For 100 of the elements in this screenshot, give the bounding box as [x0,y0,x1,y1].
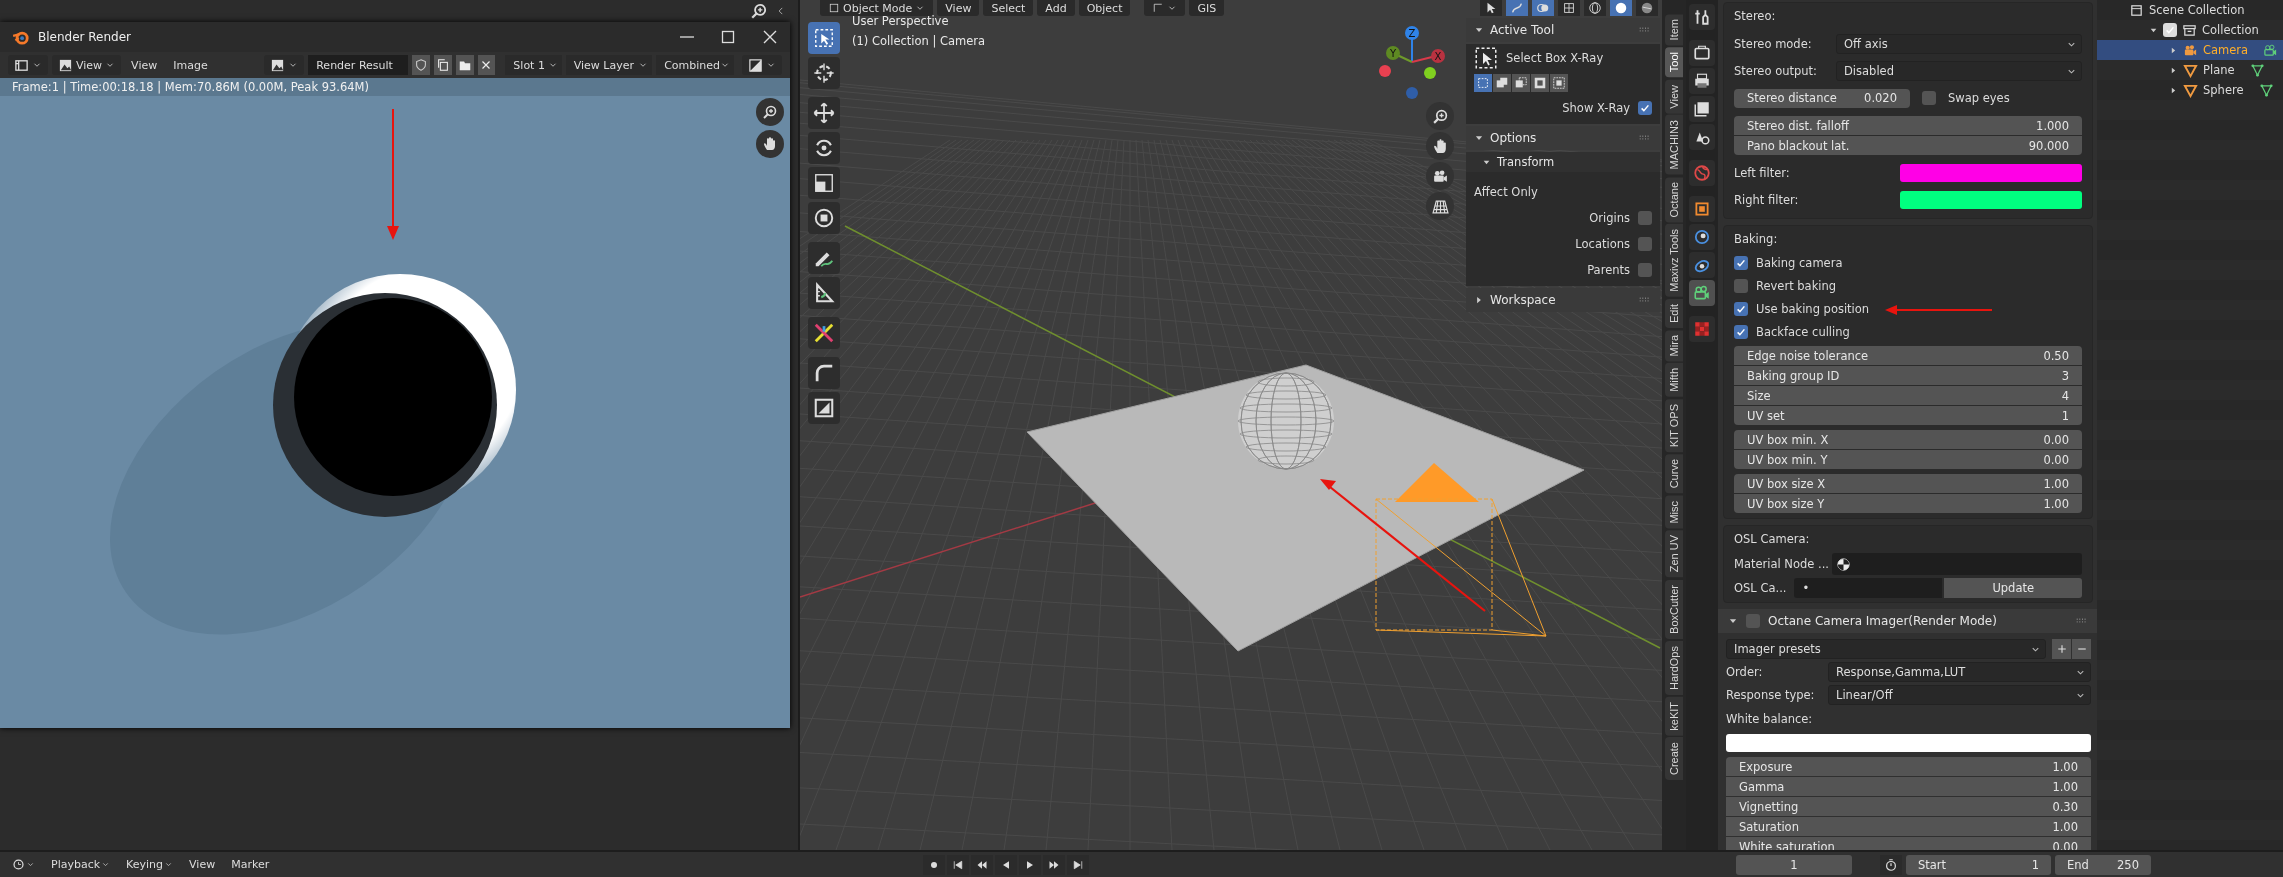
properties-tab[interactable] [1689,96,1715,122]
checkbox[interactable] [1734,325,1748,339]
menu-item[interactable]: Playback [45,858,117,871]
add-preset-button[interactable] [2052,639,2071,659]
tool-button[interactable] [808,242,840,274]
jump-end-button[interactable] [1066,854,1089,875]
selection-mode-button[interactable] [1550,74,1568,92]
number-field[interactable]: White saturation 0.00 [1726,837,2091,850]
number-field[interactable]: UV set 1 [1734,406,2082,425]
tool-button[interactable] [808,392,840,424]
display-mode-dropdown[interactable] [742,55,783,75]
selection-mode-button[interactable] [1493,74,1511,92]
outliner-row[interactable]: Plane [2097,60,2283,80]
remove-preset-button[interactable] [2072,639,2091,659]
collapsed-triangle-icon[interactable] [2169,85,2178,95]
zoom-button[interactable] [756,98,784,126]
number-field[interactable]: Saturation 1.00 [1726,817,2091,836]
number-field[interactable]: Size 4 [1734,386,2082,405]
sidebar-tab[interactable]: Create [1665,737,1683,781]
checkbox[interactable] [1638,101,1652,115]
sidebar-tab[interactable]: Edit [1665,299,1683,328]
selection-mode-button[interactable] [1512,74,1530,92]
close-button[interactable] [762,29,778,45]
selection-mode-button[interactable] [1531,74,1549,92]
tool-button[interactable] [808,167,840,199]
number-field[interactable]: Pano blackout lat. 90.000 [1734,136,2082,155]
checkbox[interactable] [1734,256,1748,270]
sidebar-tab[interactable]: Curve [1665,454,1683,494]
tool-button[interactable] [808,357,840,389]
overlay-button[interactable] [1532,0,1554,16]
subpanel-header[interactable]: Transform [1466,152,1660,172]
pan-button[interactable] [756,130,784,158]
tool-button[interactable] [808,202,840,234]
menu-item[interactable]: Image [167,58,214,72]
menu-item[interactable]: GIS [1189,0,1225,16]
collapsed-triangle-icon[interactable] [2169,45,2178,55]
sidebar-tab[interactable]: View [1665,79,1683,114]
axis-gizmo[interactable]: Z Y X [1366,20,1462,110]
panel-header[interactable]: Octane Camera Imager(Render Mode) [1718,609,2097,633]
color-swatch[interactable] [1900,191,2082,209]
selection-mode-button[interactable] [1474,74,1492,92]
menu-item[interactable]: Add [1037,0,1075,16]
properties-tab[interactable] [1689,4,1715,30]
mesh-data-icon[interactable] [2249,62,2265,78]
tool-button[interactable] [808,317,840,349]
checkbox[interactable] [1746,614,1760,628]
view-layer-dropdown[interactable]: View Layer [565,55,653,75]
folder-button[interactable] [455,55,474,75]
wire-sphere-button[interactable] [1584,0,1606,16]
sidebar-tab[interactable]: Item [1665,14,1683,46]
checkbox[interactable] [1734,302,1748,316]
menu-item[interactable]: View [125,58,164,72]
tool-button[interactable] [808,22,840,54]
start-frame-field[interactable]: Start 1 [1906,854,2051,875]
cursor-arrow-button[interactable] [1480,0,1502,16]
menu-item[interactable]: View [183,858,222,871]
dropdown[interactable]: Disabled [1836,61,2082,81]
play-reverse-button[interactable] [994,854,1017,875]
end-frame-field[interactable]: End 250 [2055,854,2151,875]
transform-orientation-dropdown[interactable] [1144,0,1186,16]
image-browse-dropdown[interactable] [264,55,305,75]
jump-start-button[interactable] [946,854,969,875]
render-pass-dropdown[interactable]: Combined [656,55,735,75]
visibility-checkbox[interactable] [2163,23,2177,37]
camera-data-icon[interactable] [2263,42,2279,58]
sidebar-tab[interactable]: Zen UV [1665,530,1683,578]
sidebar-tab[interactable]: HardOps [1665,640,1683,695]
number-field[interactable]: Exposure 1.00 [1726,757,2091,776]
outliner-row[interactable]: Sphere [2097,80,2283,100]
sidebar-tab[interactable]: Misc [1665,495,1683,529]
properties-tab[interactable] [1689,280,1715,306]
number-field[interactable]: Vignetting 0.30 [1726,797,2091,816]
number-field[interactable]: UV box min. Y 0.00 [1734,450,2082,469]
solid-sphere-button[interactable] [1610,0,1632,16]
number-field[interactable]: Edge noise tolerance 0.50 [1734,346,2082,365]
outliner-item-label[interactable]: Scene Collection [2149,3,2245,17]
image-name-field[interactable]: Render Result [308,55,409,75]
shaded-sphere-button[interactable] [1636,0,1658,16]
menu-item[interactable]: Keying [120,858,180,871]
sidebar-tab[interactable]: Mira [1665,329,1683,362]
maximize-button[interactable] [720,29,736,45]
collapsed-triangle-icon[interactable] [2169,65,2178,75]
checkbox[interactable] [1638,237,1652,251]
sidebar-tab[interactable]: Maxivz Tools [1665,224,1683,297]
mesh-data-icon[interactable] [2258,82,2274,98]
checkbox[interactable] [1638,263,1652,277]
properties-tab[interactable] [1689,124,1715,150]
close-button[interactable] [477,55,496,75]
number-field[interactable]: Stereo dist. falloff 1.000 [1734,116,2082,135]
menu-item[interactable]: Object [1078,0,1131,16]
dropdown[interactable]: Response,Gamma,LUT [1828,662,2091,682]
outliner-row[interactable]: Camera [2097,40,2283,60]
properties-tab[interactable] [1689,196,1715,222]
update-button[interactable]: Update [1944,578,2082,598]
stopwatch-button[interactable] [1880,854,1902,875]
number-field[interactable]: UV box size Y 1.00 [1734,494,2082,513]
number-field[interactable]: UV box size X 1.00 [1734,474,2082,493]
sidebar-tab[interactable]: Octane [1665,176,1683,223]
checkbox[interactable] [1638,211,1652,225]
dropdown[interactable]: Imager presets [1726,639,2046,659]
